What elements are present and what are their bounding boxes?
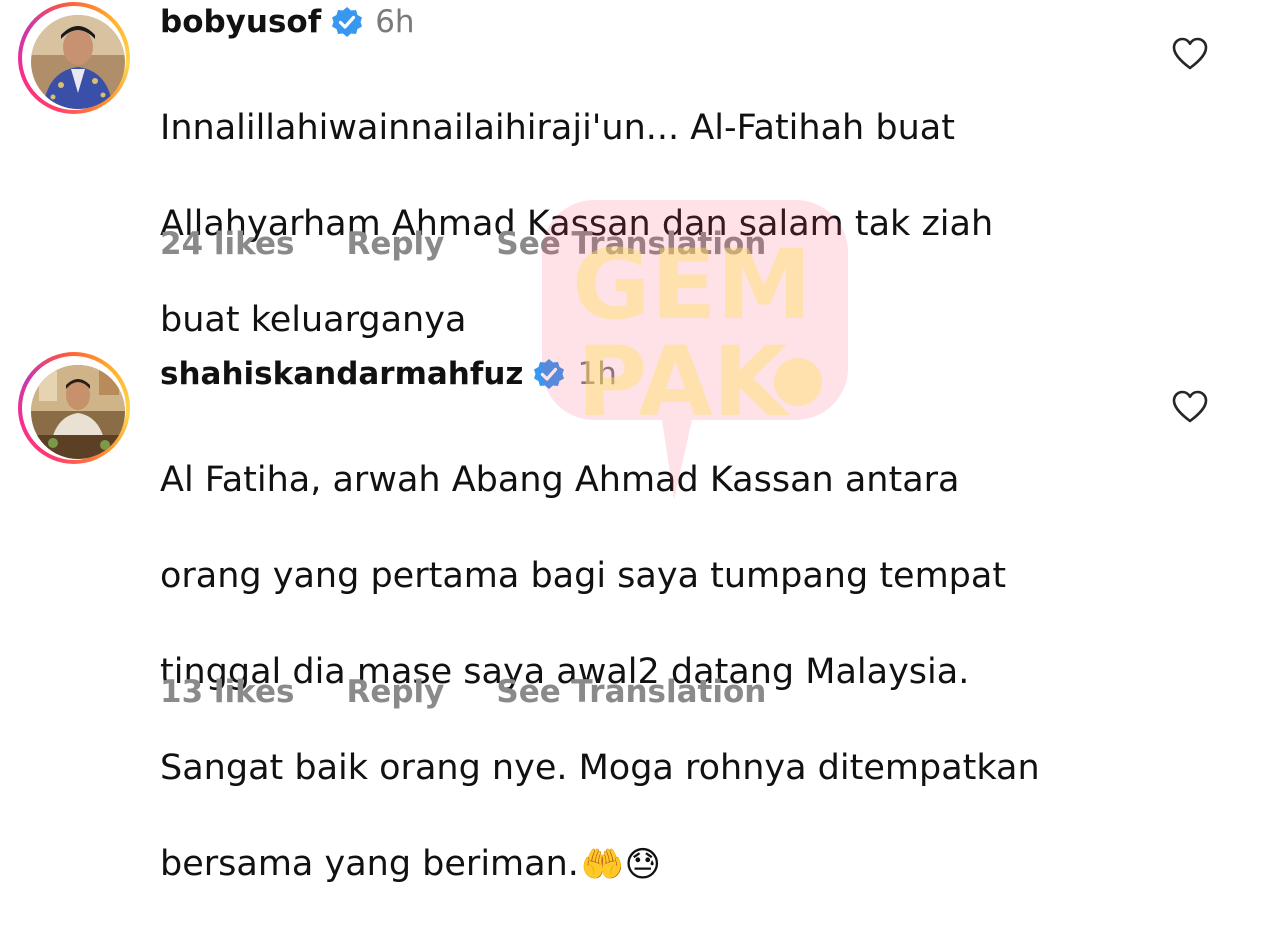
avatar[interactable]	[31, 15, 125, 109]
verified-badge-icon	[331, 6, 363, 38]
story-ring[interactable]	[18, 352, 130, 464]
likes-count[interactable]: 13 likes	[160, 672, 294, 712]
comment-line: Innalillahiwainnailaihiraji'un... Al-Fat…	[160, 108, 955, 148]
reply-button[interactable]: Reply	[346, 672, 444, 712]
timestamp: 6h	[375, 4, 415, 40]
see-translation-button[interactable]: See Translation	[496, 672, 766, 712]
praying-hands-sweat-emoji: 🤲😓	[580, 845, 661, 885]
comment-line: orang yang pertama bagi saya tumpang tem…	[160, 556, 1007, 596]
story-ring[interactable]	[18, 2, 130, 114]
comment-header: shahiskandarmahfuz 1h	[160, 354, 617, 394]
heart-outline-icon[interactable]	[1172, 37, 1208, 71]
timestamp: 1h	[577, 356, 617, 392]
reply-button[interactable]: Reply	[346, 224, 444, 264]
comment-header: bobyusof 6h	[160, 2, 415, 42]
comment-actions: 24 likes Reply See Translation	[160, 224, 766, 264]
comment-line: Al Fatiha, arwah Abang Ahmad Kassan anta…	[160, 460, 960, 500]
username[interactable]: bobyusof	[160, 2, 321, 42]
likes-count[interactable]: 24 likes	[160, 224, 294, 264]
heart-outline-icon[interactable]	[1172, 390, 1208, 424]
verified-badge-icon	[533, 358, 565, 390]
see-translation-button[interactable]: See Translation	[496, 224, 766, 264]
comment-line: bersama yang beriman.	[160, 844, 579, 884]
comment-line: Sangat baik orang nye. Moga rohnya ditem…	[160, 748, 1040, 788]
comment-line: buat keluarganya	[160, 300, 467, 340]
username[interactable]: shahiskandarmahfuz	[160, 354, 523, 394]
comment-actions: 13 likes Reply See Translation	[160, 672, 766, 712]
comment-line-last: bersama yang beriman.🤲😓	[160, 840, 1160, 889]
avatar[interactable]	[31, 365, 125, 459]
